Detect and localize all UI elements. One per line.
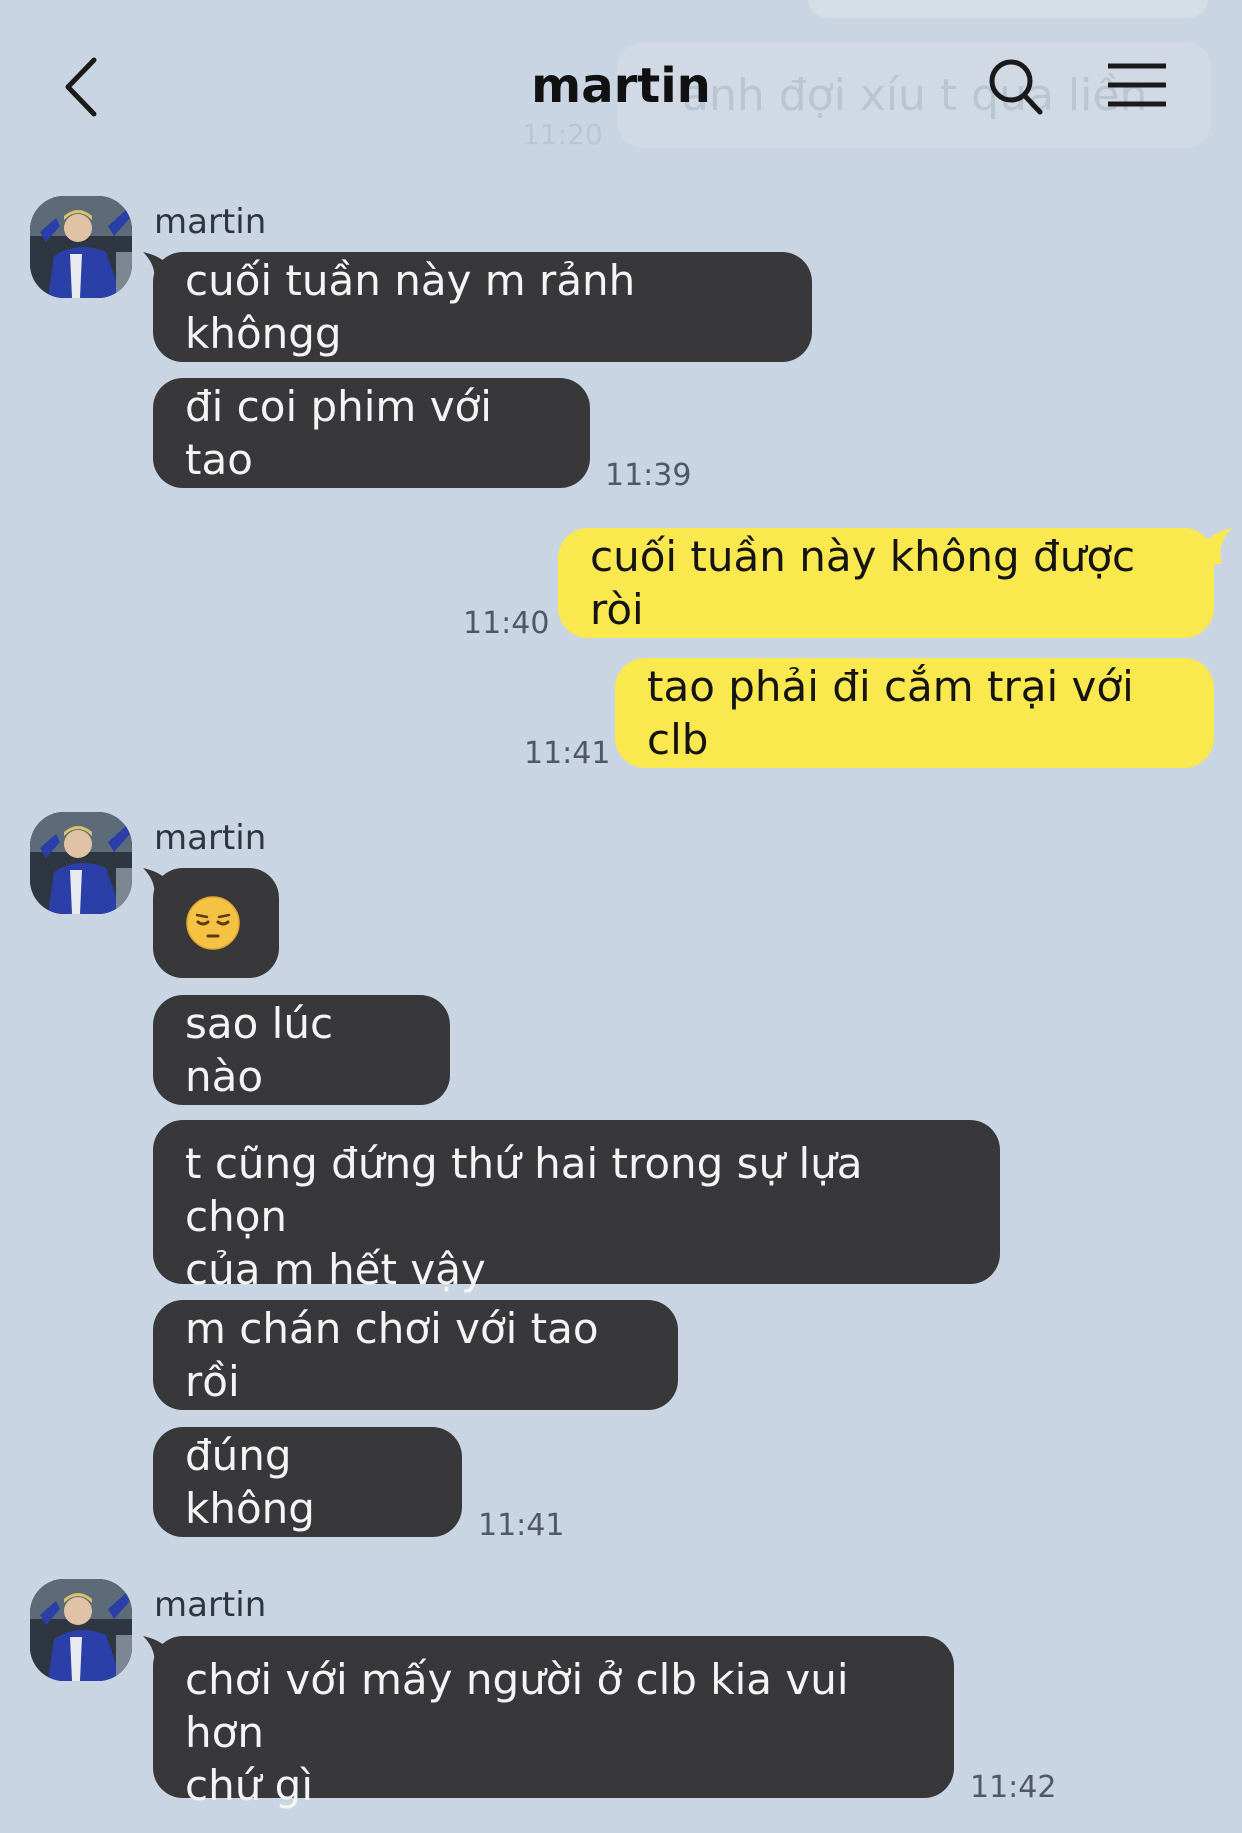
message-text: chứ gì	[185, 1761, 314, 1810]
message-text: của m hết vậy	[185, 1245, 486, 1294]
outgoing-message-bubble[interactable]: tao phải đi cắm trại với clb	[615, 658, 1214, 768]
sender-name: martin	[154, 818, 267, 858]
hamburger-menu-icon[interactable]	[1106, 62, 1168, 108]
incoming-message-bubble[interactable]: đúng không	[153, 1427, 462, 1537]
sender-name: martin	[154, 202, 267, 242]
message-text: sao lúc nào	[185, 999, 334, 1101]
avatar[interactable]	[30, 812, 132, 914]
incoming-message-bubble[interactable]: đi coi phim với tao	[153, 378, 590, 488]
previous-message-bubble	[808, 0, 1208, 18]
message-time: 11:39	[605, 458, 692, 493]
message-text: m chán chơi với tao rồi	[185, 1304, 599, 1406]
message-time: 11:40	[463, 606, 550, 641]
incoming-message-bubble[interactable]: t cũng đứng thứ hai trong sự lựa chọn củ…	[153, 1120, 1000, 1294]
background-message-time: 11:20	[522, 118, 603, 151]
incoming-message-bubble[interactable]: chơi với mấy người ở clb kia vui hơn chứ…	[153, 1636, 954, 1810]
avatar[interactable]	[30, 196, 132, 298]
message-text: đúng không	[185, 1431, 315, 1533]
sender-name: martin	[154, 1585, 267, 1625]
message-text: tao phải đi cắm trại với clb	[647, 662, 1134, 764]
incoming-message-bubble[interactable]: sao lúc nào	[153, 995, 450, 1105]
avatar[interactable]	[30, 1579, 132, 1681]
message-text: cuối tuần này không được ròi	[590, 532, 1136, 634]
message-text: đi coi phim với tao	[185, 382, 492, 484]
message-time: 11:42	[970, 1770, 1057, 1805]
outgoing-message-bubble[interactable]: cuối tuần này không được ròi	[558, 528, 1214, 638]
pensive-face-emoji	[186, 896, 240, 950]
chat-title: martin	[531, 58, 711, 114]
message-text: cuối tuần này m rảnh khôngg	[185, 256, 636, 358]
message-time: 11:41	[524, 736, 611, 771]
search-icon[interactable]	[988, 58, 1044, 116]
message-text: t cũng đứng thứ hai trong sự lựa chọn	[185, 1139, 863, 1241]
incoming-message-bubble[interactable]: cuối tuần này m rảnh khôngg	[153, 252, 812, 362]
message-time: 11:41	[478, 1508, 565, 1543]
incoming-message-bubble[interactable]: m chán chơi với tao rồi	[153, 1300, 678, 1410]
incoming-message-bubble[interactable]	[153, 868, 279, 978]
message-text: chơi với mấy người ở clb kia vui hơn	[185, 1655, 849, 1757]
